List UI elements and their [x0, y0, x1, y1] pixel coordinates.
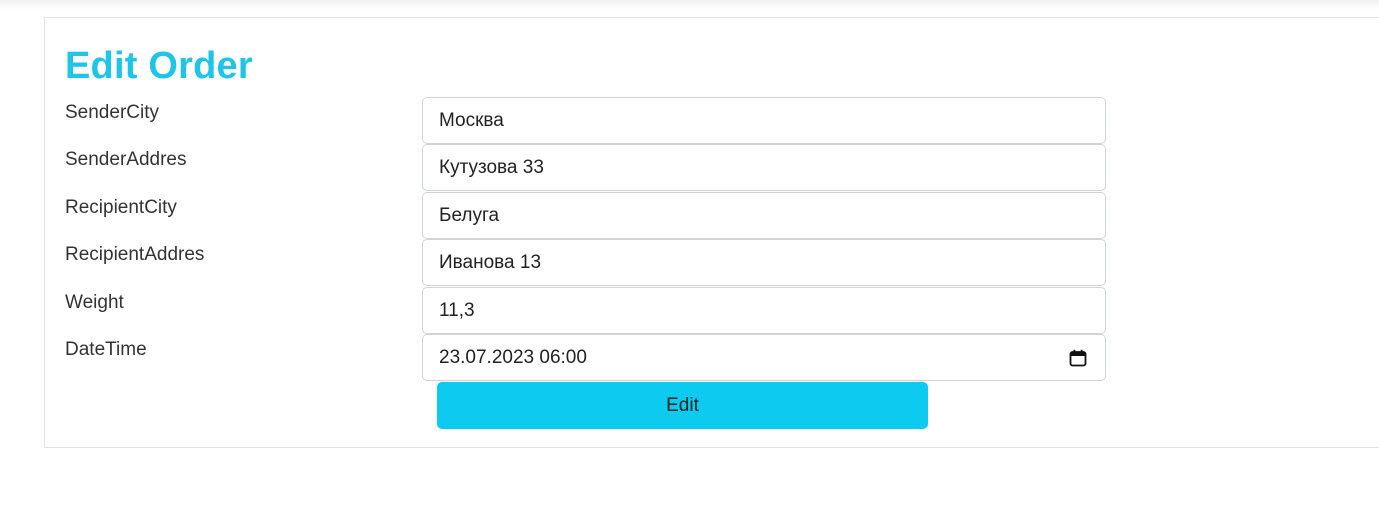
sender-address-label: SenderAddres	[65, 149, 187, 170]
page-title: Edit Order	[65, 45, 253, 87]
recipient-address-input[interactable]: Иванова 13	[422, 239, 1106, 286]
recipient-address-label: RecipientAddres	[65, 244, 205, 265]
sender-city-label: SenderCity	[65, 102, 159, 123]
edit-button[interactable]: Edit	[437, 382, 928, 429]
recipient-city-input[interactable]: Белуга	[422, 192, 1106, 239]
sender-address-input[interactable]: Кутузова 33	[422, 144, 1106, 191]
recipient-city-label: RecipientCity	[65, 197, 177, 218]
datetime-input[interactable]: 23.07.2023 06:00	[422, 334, 1106, 381]
weight-label: Weight	[65, 292, 124, 313]
datetime-value: 23.07.2023 06:00	[439, 347, 587, 368]
datetime-label: DateTime	[65, 339, 147, 360]
top-shadow	[0, 0, 1379, 10]
sender-city-input[interactable]: Москва	[422, 97, 1106, 144]
calendar-icon[interactable]	[1069, 349, 1087, 367]
weight-input[interactable]: 11,3	[422, 287, 1106, 334]
